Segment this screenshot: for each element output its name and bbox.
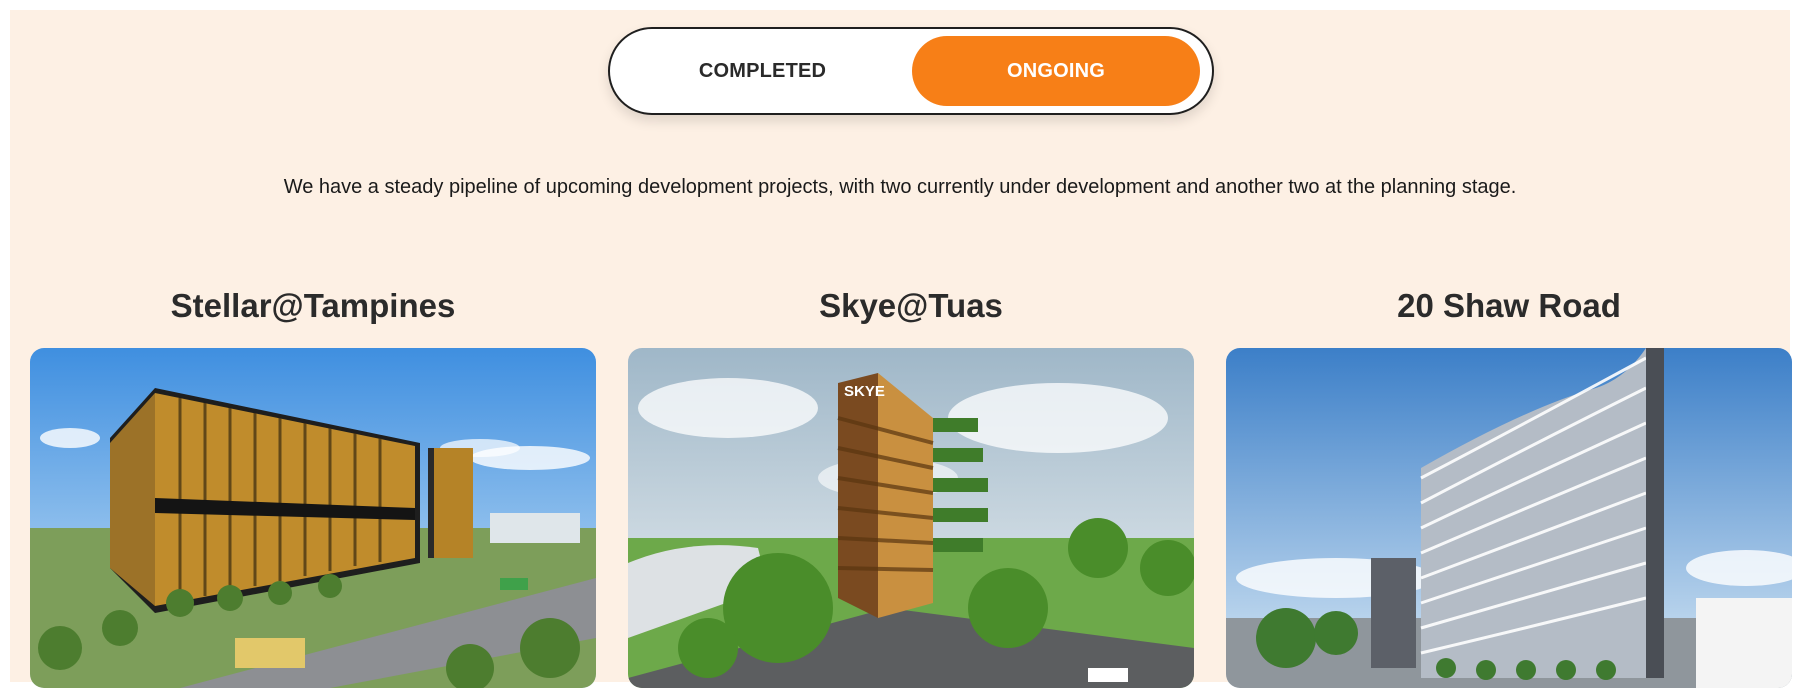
project-status-toggle: COMPLETED ONGOING (608, 27, 1214, 115)
skye-tuas-rendering: SKYE (628, 348, 1194, 688)
project-image[interactable]: SKYE (628, 348, 1194, 688)
project-title: Stellar@Tampines (170, 287, 456, 324)
tab-completed[interactable]: COMPLETED (620, 36, 905, 106)
20-shaw-road-rendering (1226, 348, 1792, 688)
project-card-stellar-tampines[interactable]: Stellar@Tampines (30, 280, 596, 688)
ongoing-projects-section: COMPLETED ONGOING We have a steady pipel… (10, 10, 1792, 688)
project-title: Skye@Tuas (819, 287, 1003, 324)
intro-text: We have a steady pipeline of upcoming de… (283, 176, 1517, 198)
stellar-tampines-rendering (30, 348, 596, 688)
project-card-20-shaw-road[interactable]: 20 Shaw Road (1226, 280, 1792, 688)
tab-ongoing[interactable]: ONGOING (912, 36, 1200, 106)
project-card-skye-tuas[interactable]: Skye@Tuas SKYE (628, 280, 1194, 688)
project-image[interactable] (1226, 348, 1792, 688)
project-image[interactable] (30, 348, 596, 688)
project-title: 20 Shaw Road (1397, 287, 1621, 324)
building-logo-text: SKYE (844, 383, 885, 400)
